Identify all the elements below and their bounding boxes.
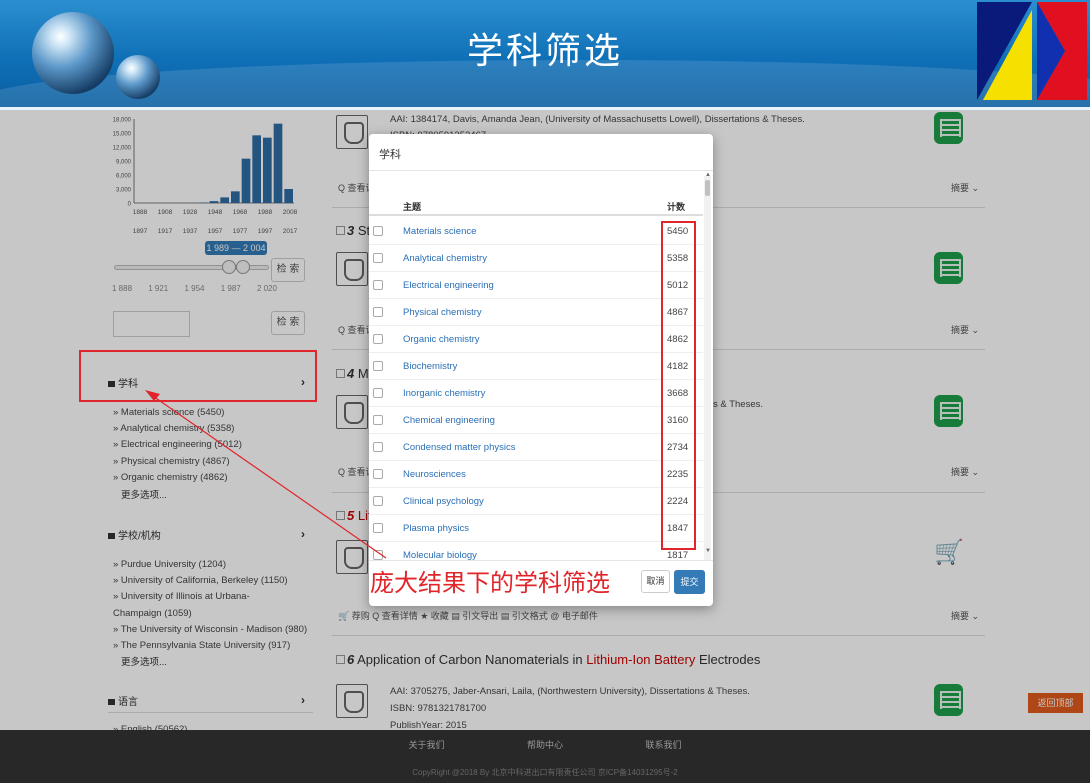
row-checkbox[interactable] [373,226,383,236]
row-checkbox[interactable] [373,253,383,263]
scroll-down-icon[interactable]: ▼ [705,548,711,554]
table-row[interactable]: Organic chemistry 4862 [369,326,703,353]
row-checkbox[interactable] [373,280,383,290]
row-checkbox[interactable] [373,388,383,398]
row-checkbox[interactable] [373,442,383,452]
table-row[interactable]: Clinical psychology 2224 [369,488,703,515]
highlight-box-facet [79,350,317,402]
submit-button[interactable]: 提交 [674,570,705,594]
highlight-box-counts [661,221,696,550]
divider [369,170,713,171]
subject-name[interactable]: Clinical psychology [403,496,484,507]
table-row[interactable]: Materials science 5450 [369,218,703,245]
subject-name[interactable]: Chemical engineering [403,415,495,426]
modal-scrollbar-thumb[interactable] [705,180,710,196]
footer-link-contact[interactable]: 联系我们 [646,740,682,750]
table-row[interactable]: Neurosciences 2235 [369,461,703,488]
page-title: 学科筛选 [466,31,623,72]
footer: 关于我们 帮助中心 联系我们 CopyRight @2018 By 北京中科进出… [0,730,1090,783]
table-row[interactable]: Analytical chemistry 5358 [369,245,703,272]
footer-link-help[interactable]: 帮助中心 [527,740,563,750]
table-row[interactable]: Physical chemistry 4867 [369,299,703,326]
scroll-up-icon[interactable]: ▲ [705,172,711,178]
subject-table: Materials science 5450 Analytical chemistr… [369,218,703,560]
subject-name[interactable]: Physical chemistry [403,307,482,318]
subject-name[interactable]: Neurosciences [403,469,466,480]
table-row[interactable]: Electrical engineering 5012 [369,272,703,299]
footer-link-about[interactable]: 关于我们 [408,740,444,750]
subject-name[interactable]: Materials science [403,226,476,237]
header-banner: 学科筛选 [0,0,1090,110]
subject-name[interactable]: Analytical chemistry [403,253,487,264]
row-checkbox[interactable] [373,496,383,506]
subject-name[interactable]: Condensed matter physics [403,442,515,453]
table-row[interactable]: Inorganic chemistry 3668 [369,380,703,407]
subject-name[interactable]: Organic chemistry [403,334,480,345]
table-header: 主题 计数 [369,198,703,216]
subject-name[interactable]: Molecular biology [403,550,477,560]
row-checkbox[interactable] [373,307,383,317]
row-checkbox[interactable] [373,334,383,344]
column-header-count: 计数 [667,202,686,212]
row-checkbox[interactable] [373,361,383,371]
subject-name[interactable]: Electrical engineering [403,280,494,291]
table-row[interactable]: Chemical engineering 3160 [369,407,703,434]
copyright: CopyRight @2018 By 北京中科进出口有限责任公司 京ICP备14… [412,768,678,777]
subject-name[interactable]: Biochemistry [403,361,457,372]
cancel-button[interactable]: 取消 [641,570,670,593]
footer-links: 关于我们 帮助中心 联系我们 [0,738,1090,751]
row-checkbox[interactable] [373,523,383,533]
table-row[interactable]: Plasma physics 1847 [369,515,703,542]
divider [369,560,713,561]
brand-logo [977,2,1087,100]
subject-count: 1817 [667,550,689,560]
column-header-subject: 主题 [403,202,422,212]
subject-name[interactable]: Inorganic chemistry [403,388,485,399]
table-row[interactable]: Molecular biology 1817 [369,542,703,560]
table-row[interactable]: Condensed matter physics 2734 [369,434,703,461]
modal-scrollbar[interactable] [704,176,711,560]
modal-title: 学科 [379,149,401,161]
row-checkbox[interactable] [373,415,383,425]
subject-name[interactable]: Plasma physics [403,523,469,534]
row-checkbox[interactable] [373,469,383,479]
row-checkbox[interactable] [373,550,383,560]
table-row[interactable]: Biochemistry 4182 [369,353,703,380]
annotation-text: 庞大结果下的学科筛选 [370,563,610,598]
